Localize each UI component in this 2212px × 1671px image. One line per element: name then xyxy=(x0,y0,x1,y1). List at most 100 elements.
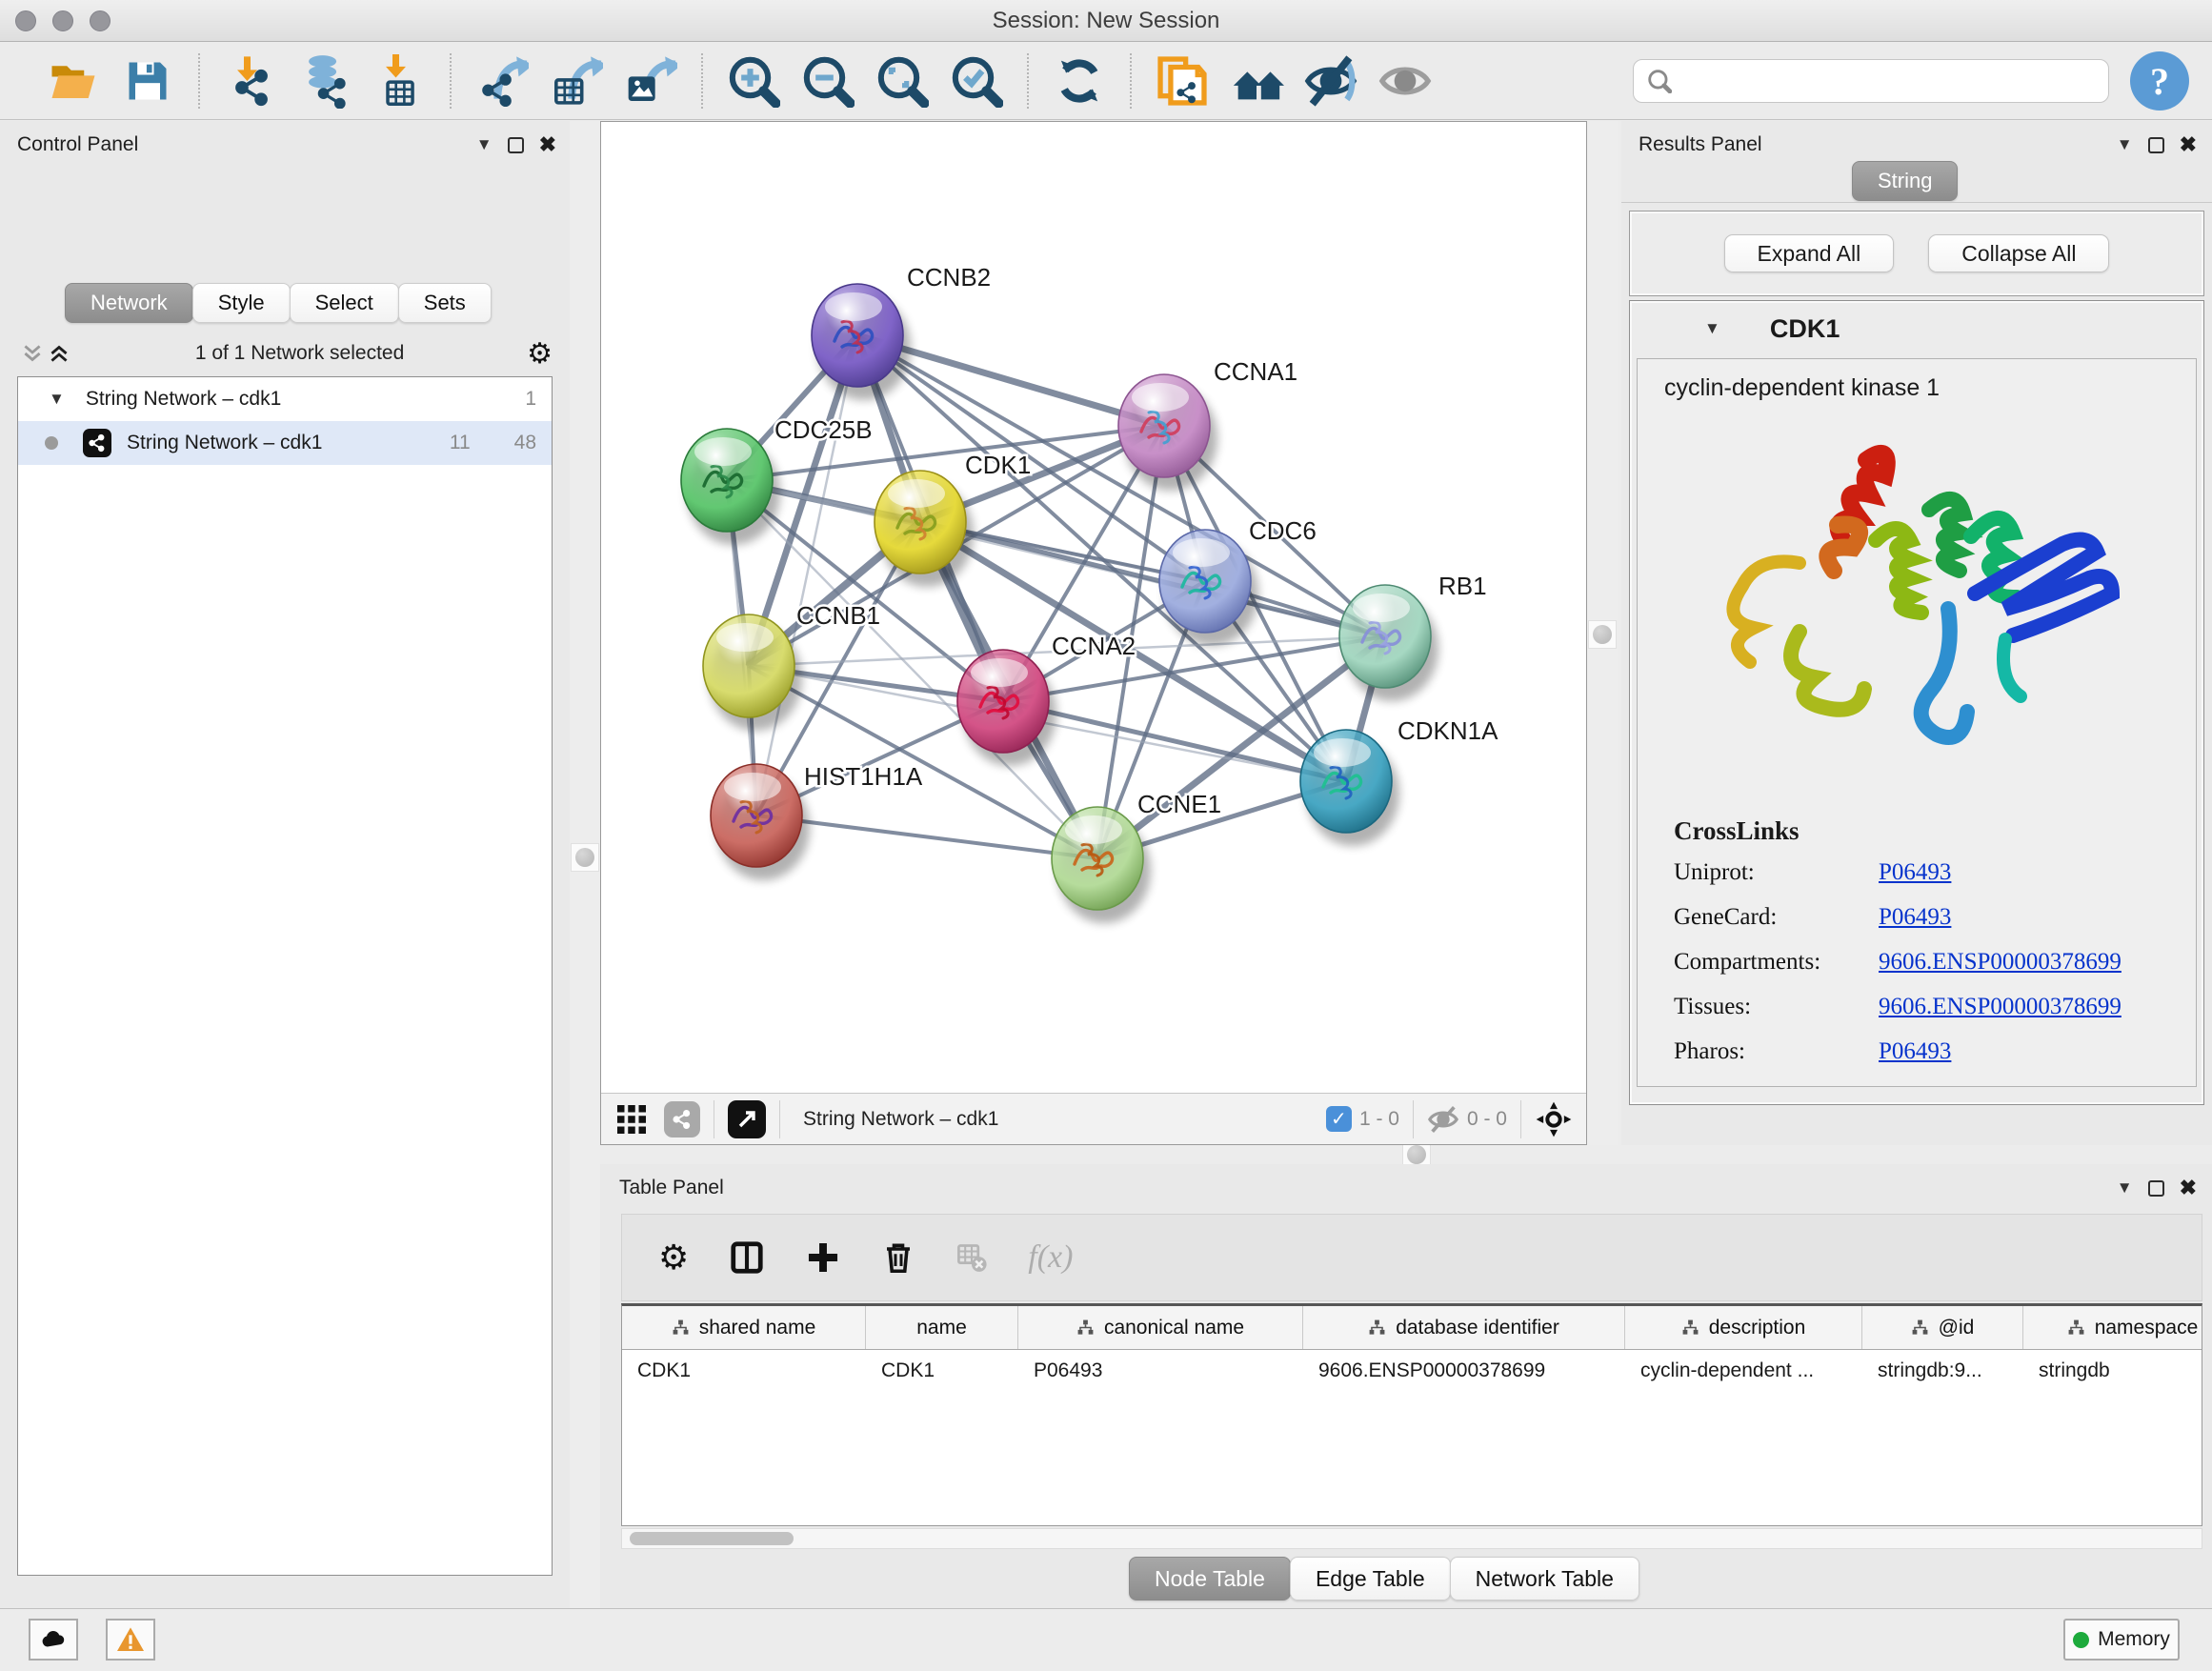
help-button[interactable]: ? xyxy=(2130,51,2189,111)
right-splitter-handle[interactable] xyxy=(1593,625,1612,644)
home-button[interactable] xyxy=(1219,48,1294,114)
export-image-button[interactable] xyxy=(613,48,688,114)
show-columns-icon[interactable] xyxy=(729,1239,765,1276)
crosslink-link[interactable]: P06493 xyxy=(1879,859,1951,886)
import-table-file-button[interactable] xyxy=(362,48,436,114)
collapse-all-icon[interactable] xyxy=(19,341,46,366)
collection-expander-icon[interactable]: ▼ xyxy=(49,390,65,409)
panel-close-icon[interactable]: ✖ xyxy=(2180,132,2197,157)
open-session-button[interactable] xyxy=(36,48,111,114)
zoom-out-button[interactable] xyxy=(791,48,865,114)
expand-all-icon[interactable] xyxy=(46,341,72,366)
show-graphics-button[interactable] xyxy=(1368,48,1442,114)
tab-network[interactable]: Network xyxy=(65,283,193,323)
tab-network-table[interactable]: Network Table xyxy=(1450,1557,1639,1601)
zoom-in-button[interactable] xyxy=(716,48,791,114)
panel-float-icon[interactable] xyxy=(2148,137,2164,153)
network-node[interactable]: CDC25B xyxy=(681,415,873,545)
panel-collapse-icon[interactable]: ▼ xyxy=(2117,135,2133,154)
add-column-icon[interactable] xyxy=(805,1239,841,1276)
search-field[interactable] xyxy=(1633,59,2109,103)
panel-close-icon[interactable]: ✖ xyxy=(2180,1176,2197,1200)
panel-collapse-icon[interactable]: ▼ xyxy=(2117,1178,2133,1198)
network-node[interactable]: CDKN1A xyxy=(1300,716,1498,846)
network-node[interactable]: CCNB2 xyxy=(812,263,991,400)
string-network-badge-icon[interactable] xyxy=(664,1101,700,1137)
network-node[interactable]: CDC6 xyxy=(1159,516,1317,646)
column-header[interactable]: database identifier xyxy=(1303,1306,1625,1349)
network-node[interactable]: RB1 xyxy=(1339,572,1487,701)
table-cell[interactable]: CDK1 xyxy=(866,1359,1018,1382)
memory-button[interactable]: Memory xyxy=(2063,1619,2180,1661)
table-cell[interactable]: 9606.ENSP00000378699 xyxy=(1303,1359,1625,1382)
network-node[interactable]: CCNA1 xyxy=(1118,357,1297,491)
hidden-eye-icon[interactable] xyxy=(1427,1103,1459,1136)
tab-style[interactable]: Style xyxy=(192,283,291,323)
network-node[interactable]: CCNE1 xyxy=(1052,790,1221,923)
network-collection-row[interactable]: ▼ String Network – cdk1 1 xyxy=(18,377,552,421)
tab-sets[interactable]: Sets xyxy=(398,283,492,323)
birdseye-grid-icon[interactable] xyxy=(614,1102,649,1137)
column-header[interactable]: @id xyxy=(1862,1306,2023,1349)
warnings-button[interactable] xyxy=(106,1619,155,1661)
column-header[interactable]: description xyxy=(1625,1306,1862,1349)
gene-card-header[interactable]: ▼ CDK1 xyxy=(1630,301,2203,356)
column-header[interactable]: name xyxy=(866,1306,1018,1349)
duplicate-network-button[interactable] xyxy=(1145,48,1219,114)
panel-float-icon[interactable] xyxy=(508,137,524,153)
crosslink-link[interactable]: P06493 xyxy=(1879,1038,1951,1065)
crosslink-link[interactable]: 9606.ENSP00000378699 xyxy=(1879,949,2122,976)
cloud-button[interactable] xyxy=(29,1619,78,1661)
fit-selected-crosshair-icon[interactable] xyxy=(1535,1100,1573,1138)
hide-selected-button[interactable] xyxy=(1294,48,1368,114)
panel-float-icon[interactable] xyxy=(2148,1180,2164,1197)
panel-collapse-icon[interactable]: ▼ xyxy=(476,135,493,154)
open-in-browser-icon[interactable] xyxy=(728,1100,766,1138)
search-input[interactable] xyxy=(1672,69,2081,93)
collapse-all-button[interactable]: Collapse All xyxy=(1928,234,2109,272)
right-splitter[interactable] xyxy=(1587,121,1618,1145)
export-network-button[interactable] xyxy=(465,48,539,114)
table-options-gear-icon[interactable]: ⚙ xyxy=(658,1238,689,1278)
export-table-button[interactable] xyxy=(539,48,613,114)
save-session-button[interactable] xyxy=(111,48,185,114)
panel-close-icon[interactable]: ✖ xyxy=(539,132,556,157)
refresh-button[interactable] xyxy=(1042,48,1116,114)
tab-edge-table[interactable]: Edge Table xyxy=(1290,1557,1451,1601)
column-header[interactable]: shared name xyxy=(622,1306,866,1349)
table-horizontal-scrollbar[interactable] xyxy=(621,1528,2202,1549)
table-cell[interactable]: P06493 xyxy=(1018,1359,1303,1382)
network-node[interactable]: CCNB1 xyxy=(703,601,880,731)
network-edge[interactable] xyxy=(756,335,857,815)
network-options-gear-icon[interactable]: ⚙ xyxy=(527,337,553,371)
table-cell[interactable]: stringdb xyxy=(2023,1359,2202,1382)
network-row[interactable]: String Network – cdk1 11 48 xyxy=(18,421,552,465)
table-cell[interactable]: cyclin-dependent ... xyxy=(1625,1359,1862,1382)
column-header[interactable]: canonical name xyxy=(1018,1306,1303,1349)
scrollbar-thumb[interactable] xyxy=(630,1532,794,1545)
bottom-splitter[interactable] xyxy=(600,1145,2212,1164)
zoom-selected-button[interactable] xyxy=(939,48,1014,114)
import-network-file-button[interactable] xyxy=(213,48,288,114)
left-splitter[interactable] xyxy=(570,121,600,1608)
cloud-icon xyxy=(39,1625,68,1654)
selected-checkbox-icon[interactable]: ✓ xyxy=(1326,1106,1352,1132)
crosslink-link[interactable]: 9606.ENSP00000378699 xyxy=(1879,994,2122,1020)
expand-all-button[interactable]: Expand All xyxy=(1724,234,1895,272)
gene-expander-icon[interactable]: ▼ xyxy=(1704,319,1720,338)
table-cell[interactable]: CDK1 xyxy=(622,1359,866,1382)
import-network-database-button[interactable] xyxy=(288,48,362,114)
network-canvas[interactable]: CCNB2 CCNA1 CDC25B CDK1 CDC6 xyxy=(601,122,1586,1093)
column-header[interactable]: namespace xyxy=(2023,1306,2202,1349)
left-splitter-handle[interactable] xyxy=(575,848,594,867)
delete-column-icon[interactable] xyxy=(881,1239,915,1276)
tab-select[interactable]: Select xyxy=(290,283,399,323)
tab-string[interactable]: String xyxy=(1852,161,1958,201)
network-node[interactable]: CDK1 xyxy=(875,451,1031,587)
tab-node-table[interactable]: Node Table xyxy=(1129,1557,1291,1601)
bottom-splitter-handle[interactable] xyxy=(1407,1145,1426,1164)
table-cell[interactable]: stringdb:9... xyxy=(1862,1359,2023,1382)
table-row[interactable]: CDK1CDK1P064939606.ENSP00000378699cyclin… xyxy=(622,1350,2202,1392)
zoom-fit-button[interactable] xyxy=(865,48,939,114)
crosslink-link[interactable]: P06493 xyxy=(1879,904,1951,931)
